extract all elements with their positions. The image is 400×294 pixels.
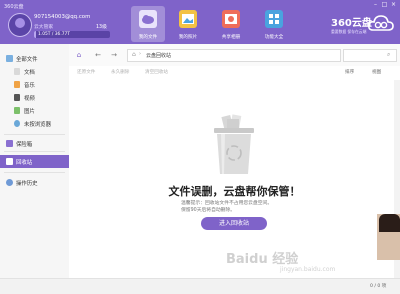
sidebar-divider <box>4 172 65 173</box>
sidebar-item-label: 未按浏览器 <box>24 122 51 128</box>
tab-my-photos[interactable]: 我的照片 <box>171 6 205 42</box>
share-album-icon <box>222 10 240 28</box>
sidebar: 全部文件 文档 音乐 视频 图片 未按浏览器 保险箱 回收站 操作历史 <box>0 44 70 278</box>
doc-icon <box>14 68 20 75</box>
all-files-icon <box>6 55 13 62</box>
recycle-icon <box>6 158 13 165</box>
sidebar-item-label: 操作历史 <box>16 181 38 187</box>
empty-state-title: 文件误删，云盘帮你保管！ <box>168 185 301 198</box>
quota-bar: 1.05T / 36.77T <box>34 31 110 38</box>
sidebar-item-music[interactable]: 音乐 <box>0 79 69 90</box>
tab-my-files[interactable]: 我的文件 <box>131 6 165 42</box>
toolbar: ⌂ ← → ⌂ › 云盘回收站 ⌕ <box>69 44 400 67</box>
tab-shared-album[interactable]: 共享相册 <box>214 6 248 42</box>
status-text: 0 / 0 项 <box>370 284 387 289</box>
sidebar-item-label: 视频 <box>24 96 35 102</box>
header-bar: 360云盘 – □ × 907154003@qq.com 云大管家 13级 1.… <box>0 0 400 44</box>
presenter-photo <box>377 214 400 260</box>
sidebar-item-label: 保险箱 <box>16 142 33 148</box>
address-bar[interactable]: ⌂ › 云盘回收站 <box>127 49 341 62</box>
watermark-sub: jingyan.baidu.com <box>280 266 336 273</box>
chevron-right-icon: › <box>139 51 141 57</box>
empty-recycle-button[interactable]: 清空回收站 <box>145 69 168 75</box>
sidebar-item-history[interactable]: 操作历史 <box>0 177 69 188</box>
status-bar: 0 / 0 项 <box>0 278 400 294</box>
maximize-button[interactable]: □ <box>381 2 388 8</box>
empty-state-desc: 温馨提示：回收站文件不占用您云盘空间。 <box>181 201 273 206</box>
user-email[interactable]: 907154003@qq.com <box>34 14 90 20</box>
minimize-button[interactable]: – <box>372 2 379 8</box>
home-icon: ⌂ <box>132 51 136 58</box>
sidebar-item-all-files[interactable]: 全部文件 <box>0 53 69 64</box>
app-window: 360云盘 – □ × 907154003@qq.com 云大管家 13级 1.… <box>0 0 400 294</box>
tab-label: 共享相册 <box>221 35 241 40</box>
sidebar-item-recycle-bin[interactable]: 回收站 <box>0 155 69 168</box>
quota-fill <box>34 31 37 38</box>
cloud-folder-icon <box>139 10 157 28</box>
cloud-logo-icon <box>367 12 395 34</box>
sort-button[interactable]: 排序 <box>345 69 354 75</box>
search-input[interactable]: ⌕ <box>343 49 397 62</box>
photo-icon <box>179 10 197 28</box>
trash-bin-icon <box>211 114 257 176</box>
music-icon <box>14 81 20 88</box>
delete-forever-button[interactable]: 永久删除 <box>111 69 129 75</box>
sidebar-item-label: 回收站 <box>16 160 33 166</box>
brand-slogan: 重要数据 保存在云端 <box>331 29 367 34</box>
sidebar-divider <box>4 151 65 152</box>
tab-apps[interactable]: 功能大全 <box>257 6 291 42</box>
tab-label: 功能大全 <box>264 35 284 40</box>
sidebar-item-video[interactable]: 视频 <box>0 92 69 103</box>
sidebar-item-images[interactable]: 图片 <box>0 105 69 116</box>
sidebar-item-browser[interactable]: 未按浏览器 <box>0 118 69 129</box>
user-grade: 13级 <box>96 25 107 30</box>
sidebar-item-label: 文档 <box>24 70 35 76</box>
breadcrumb: 云盘回收站 <box>146 53 172 59</box>
safe-icon <box>6 140 13 147</box>
user-level: 云大管家 <box>34 25 54 30</box>
tab-label: 我的文件 <box>138 35 158 40</box>
watermark: Baidu 经验 <box>226 252 299 267</box>
back-button[interactable]: ← <box>92 49 104 61</box>
browser-icon <box>14 120 20 127</box>
image-icon <box>14 107 20 114</box>
brand-name: 360云盘 <box>331 18 372 29</box>
action-bar: 还原文件 永久删除 清空回收站 排序 视图 <box>69 66 400 81</box>
forward-button[interactable]: → <box>108 49 120 61</box>
history-icon <box>6 179 13 186</box>
sidebar-item-docs[interactable]: 文档 <box>0 66 69 77</box>
search-icon: ⌕ <box>387 51 391 58</box>
avatar[interactable] <box>8 13 32 37</box>
sidebar-item-label: 图片 <box>24 109 35 115</box>
view-button[interactable]: 视图 <box>372 69 381 75</box>
video-icon <box>14 94 20 101</box>
close-button[interactable]: × <box>390 2 397 8</box>
home-button[interactable]: ⌂ <box>73 49 85 61</box>
sidebar-item-safe[interactable]: 保险箱 <box>0 138 69 149</box>
sidebar-item-label: 音乐 <box>24 83 35 89</box>
restore-button[interactable]: 还原文件 <box>77 69 95 75</box>
enter-recycle-button[interactable]: 进入回收站 <box>201 217 267 230</box>
empty-state-desc: 保留90天后将自动删除。 <box>181 208 236 213</box>
app-title: 360云盘 <box>4 4 24 10</box>
sidebar-item-label: 全部文件 <box>16 57 38 63</box>
tab-label: 我的照片 <box>178 35 198 40</box>
quota-text: 1.05T / 36.77T <box>38 31 70 37</box>
apps-icon <box>265 10 283 28</box>
sidebar-divider <box>4 134 65 135</box>
